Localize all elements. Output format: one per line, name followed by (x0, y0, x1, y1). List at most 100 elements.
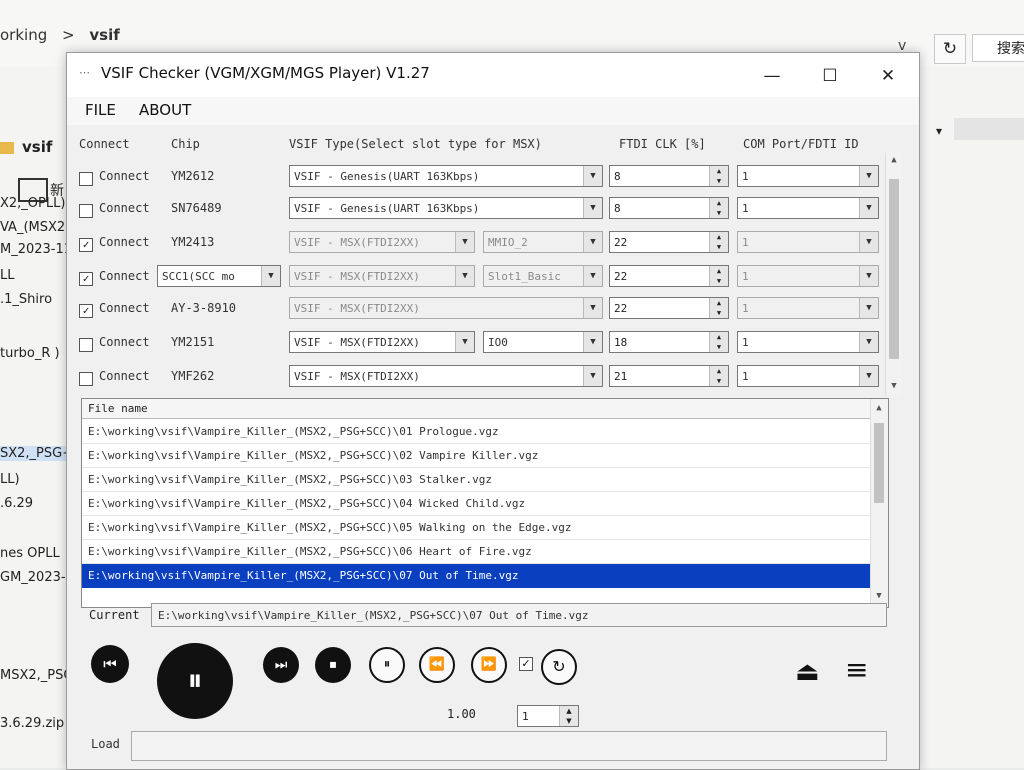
ftdi-clk-stepper[interactable]: 18 ▲ ▼ (609, 331, 729, 353)
scroll-thumb[interactable] (889, 179, 899, 359)
chevron-down-icon[interactable]: ▼ (455, 332, 474, 352)
slot-select[interactable]: Slot1_Basic ▼ (483, 265, 603, 287)
connect-checkbox[interactable]: ✓ (79, 238, 93, 252)
scroll-up-icon[interactable]: ▲ (886, 155, 902, 165)
current-file-field[interactable]: E:\working\vsif\Vampire_Killer_(MSX2,_PS… (151, 603, 887, 627)
com-port-select[interactable]: 1 ▼ (737, 231, 879, 253)
ftdi-clk-stepper[interactable]: 22 ▲ ▼ (609, 265, 729, 287)
chevron-down-icon[interactable]: ▼ (859, 198, 878, 218)
com-port-select[interactable]: 1 ▼ (737, 197, 879, 219)
connect-label: Connect (99, 269, 150, 283)
spin-arrows-icon[interactable]: ▲ ▼ (709, 266, 728, 286)
refresh-icon[interactable]: ↻ (934, 34, 966, 64)
spin-arrows-icon[interactable]: ▲ ▼ (709, 166, 728, 186)
scroll-down-icon[interactable]: ▼ (871, 591, 887, 601)
column-header-file-name[interactable]: File name (82, 399, 888, 419)
spin-arrows-icon[interactable]: ▲ ▼ (709, 366, 728, 386)
file-list-item[interactable]: E:\working\vsif\Vampire_Killer_(MSX2,_PS… (82, 540, 870, 564)
spin-arrows-icon[interactable]: ▲ ▼ (709, 332, 728, 352)
spin-arrows-icon[interactable]: ▲ ▼ (709, 232, 728, 252)
file-list-item[interactable]: E:\working\vsif\Vampire_Killer_(MSX2,_PS… (82, 444, 870, 468)
pause-small-icon[interactable]: ⏸ (369, 647, 405, 683)
scroll-thumb[interactable] (874, 423, 884, 503)
scroll-up-icon[interactable]: ▲ (871, 403, 887, 413)
ftdi-clk-stepper[interactable]: 8 ▲ ▼ (609, 165, 729, 187)
vsif-type-select[interactable]: VSIF - Genesis(UART 163Kbps) ▼ (289, 165, 603, 187)
com-port-select[interactable]: 1 ▼ (737, 331, 879, 353)
vsif-type-select[interactable]: VSIF - MSX(FTDI2XX) ▼ (289, 231, 475, 253)
ftdi-clk-stepper[interactable]: 21 ▲ ▼ (609, 365, 729, 387)
chevron-down-icon[interactable]: ▼ (455, 266, 474, 286)
chevron-down-icon[interactable]: ▼ (583, 366, 602, 386)
title-bar[interactable]: ⋯ VSIF Checker (VGM/XGM/MGS Player) V1.2… (67, 53, 919, 97)
stop-icon[interactable]: ⏹ (315, 647, 351, 683)
file-list-item[interactable]: E:\working\vsif\Vampire_Killer_(MSX2,_PS… (82, 468, 870, 492)
close-icon[interactable]: ✕ (863, 61, 913, 91)
loop-checkbox[interactable]: ✓ (519, 657, 533, 671)
connect-checkbox[interactable] (79, 338, 93, 352)
vsif-type-select[interactable]: VSIF - MSX(FTDI2XX) ▼ (289, 265, 475, 287)
connect-checkbox[interactable] (79, 172, 93, 186)
connect-checkbox[interactable] (79, 372, 93, 386)
com-port-select[interactable]: 1 ▼ (737, 265, 879, 287)
ftdi-clk-stepper[interactable]: 8 ▲ ▼ (609, 197, 729, 219)
file-list-item[interactable]: E:\working\vsif\Vampire_Killer_(MSX2,_PS… (82, 420, 870, 444)
previous-icon[interactable]: ⏮ (91, 645, 129, 683)
chevron-down-icon[interactable]: ▼ (859, 298, 878, 318)
chevron-down-icon[interactable]: ▼ (583, 298, 602, 318)
scroll-down-icon[interactable]: ▼ (886, 381, 902, 391)
connect-checkbox[interactable]: ✓ (79, 272, 93, 286)
chevron-down-icon[interactable]: ▼ (261, 266, 280, 286)
chevron-down-icon[interactable]: ▼ (583, 266, 602, 286)
slot-select[interactable]: MMIO_2 ▼ (483, 231, 603, 253)
spin-arrows-icon[interactable]: ▲ ▼ (709, 298, 728, 318)
chip-select[interactable]: SCC1(SCC mo ▼ (157, 265, 281, 287)
spin-arrows-icon[interactable]: ▲ ▼ (559, 706, 578, 726)
vsif-type-select[interactable]: VSIF - MSX(FTDI2XX) ▼ (289, 297, 603, 319)
loop-icon[interactable]: ↻ (541, 649, 577, 685)
breadcrumb-item[interactable]: vsif (89, 26, 119, 44)
loop-count-stepper[interactable]: 1 ▲ ▼ (517, 705, 579, 727)
search-input[interactable]: 搜索 (972, 34, 1024, 62)
com-port-select[interactable]: 1 ▼ (737, 365, 879, 387)
chip-panel-scrollbar[interactable]: ▲ ▼ (885, 153, 902, 395)
fast-forward-icon[interactable]: ⏩ (471, 647, 507, 683)
chevron-down-icon[interactable]: ▼ (583, 332, 602, 352)
com-port-select[interactable]: 1 ▼ (737, 297, 879, 319)
ftdi-clk-stepper[interactable]: 22 ▲ ▼ (609, 231, 729, 253)
menu-about[interactable]: ABOUT (139, 101, 191, 119)
breadcrumb[interactable]: orking > vsif (0, 26, 130, 44)
file-list-item[interactable]: E:\working\vsif\Vampire_Killer_(MSX2,_PS… (82, 492, 870, 516)
maximize-icon[interactable]: ☐ (805, 61, 855, 91)
vsif-type-select[interactable]: VSIF - MSX(FTDI2XX) ▼ (289, 331, 475, 353)
ftdi-clk-stepper[interactable]: 22 ▲ ▼ (609, 297, 729, 319)
file-list-scrollbar[interactable]: ▲ ▼ (870, 399, 888, 607)
pause-icon[interactable]: ⏸ (157, 643, 233, 719)
minimize-icon[interactable]: — (747, 61, 797, 91)
chevron-down-icon[interactable]: ▼ (859, 166, 878, 186)
rewind-icon[interactable]: ⏪ (419, 647, 455, 683)
connect-checkbox[interactable]: ✓ (79, 304, 93, 318)
chevron-down-icon[interactable]: ▼ (859, 266, 878, 286)
slot-select[interactable]: IO0 ▼ (483, 331, 603, 353)
vsif-type-select[interactable]: VSIF - Genesis(UART 163Kbps) ▼ (289, 197, 603, 219)
chevron-down-icon[interactable]: ▼ (583, 232, 602, 252)
chevron-down-icon[interactable]: ▼ (583, 198, 602, 218)
breadcrumb-item[interactable]: orking (0, 26, 47, 44)
menu-file[interactable]: FILE (85, 101, 116, 119)
clear-list-icon[interactable]: ≡ (845, 653, 868, 686)
eject-icon[interactable]: ⏏ (795, 657, 820, 687)
file-list-item-selected[interactable]: E:\working\vsif\Vampire_Killer_(MSX2,_PS… (82, 564, 870, 588)
com-port-select[interactable]: 1 ▼ (737, 165, 879, 187)
spin-arrows-icon[interactable]: ▲ ▼ (709, 198, 728, 218)
chevron-down-icon[interactable]: ▼ (859, 366, 878, 386)
chevron-down-icon[interactable]: ▼ (859, 332, 878, 352)
vsif-type-select[interactable]: VSIF - MSX(FTDI2XX) ▼ (289, 365, 603, 387)
chevron-down-icon[interactable]: ▾ (936, 124, 942, 138)
chevron-down-icon[interactable]: ▼ (455, 232, 474, 252)
next-icon[interactable]: ⏭ (263, 647, 299, 683)
file-list-item[interactable]: E:\working\vsif\Vampire_Killer_(MSX2,_PS… (82, 516, 870, 540)
chevron-down-icon[interactable]: ▼ (583, 166, 602, 186)
chevron-down-icon[interactable]: ▼ (859, 232, 878, 252)
connect-checkbox[interactable] (79, 204, 93, 218)
